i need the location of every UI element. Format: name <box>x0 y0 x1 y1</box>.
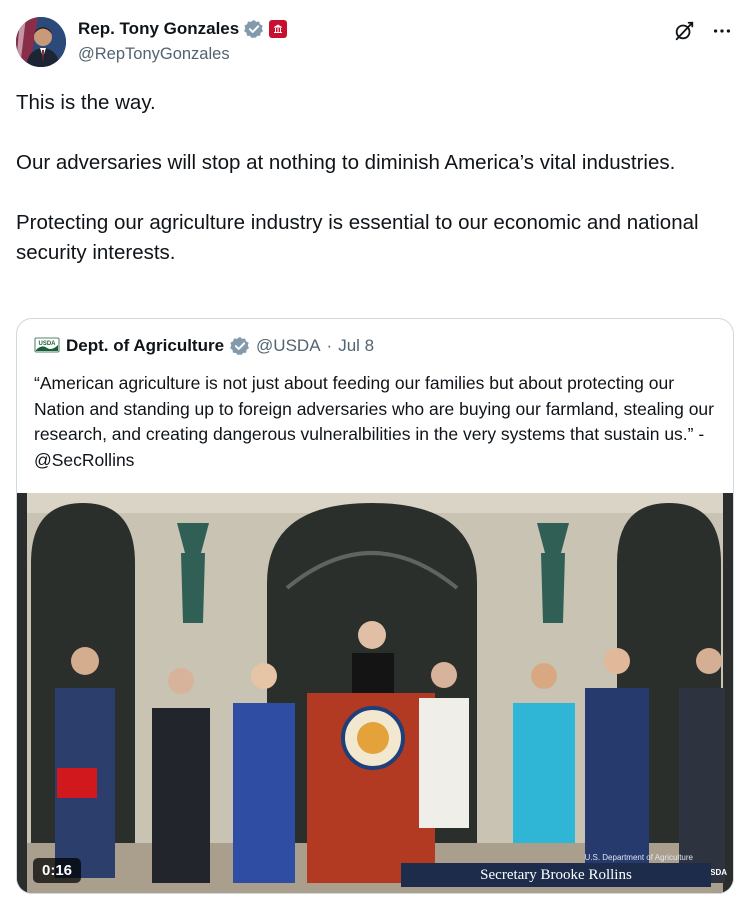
verified-check-icon <box>230 336 250 356</box>
grok-icon[interactable] <box>671 18 697 44</box>
author-name-row: Rep. Tony Gonzales <box>78 19 288 39</box>
quoted-author-name[interactable]: Dept. of Agriculture <box>66 336 224 356</box>
tweet-body: This is the way. Our adversaries will st… <box>16 88 716 268</box>
tweet-paragraph: Our adversaries will stop at nothing to … <box>16 151 676 174</box>
usda-logo-text: USDA <box>38 341 56 347</box>
verified-check-icon <box>244 19 264 39</box>
tweet-paragraph: This is the way. <box>16 91 156 114</box>
header-actions <box>671 18 735 44</box>
video-caption-org: U.S. Department of Agriculture <box>584 853 694 862</box>
us-house-badge-icon <box>269 20 288 38</box>
usda-logo-icon[interactable]: USDA <box>34 336 60 356</box>
more-icon[interactable] <box>709 18 735 44</box>
quoted-tweet-header: USDA Dept. of Agriculture @USDA · Jul 8 <box>34 336 374 356</box>
author-handle[interactable]: @RepTonyGonzales <box>78 45 230 64</box>
quoted-author-handle[interactable]: @USDA <box>256 336 321 356</box>
quoted-tweet-date[interactable]: Jul 8 <box>338 336 374 356</box>
author-avatar[interactable] <box>16 17 66 67</box>
video-frame <box>17 493 733 893</box>
tweet-paragraph: Protecting our agriculture industry is e… <box>16 211 699 264</box>
video-player[interactable]: U.S. Department of Agriculture USDA Secr… <box>17 493 733 893</box>
meta-separator: · <box>326 336 333 355</box>
quoted-tweet-text: “American agriculture is not just about … <box>34 373 714 470</box>
video-caption: Secretary Brooke Rollins <box>401 863 711 887</box>
author-name[interactable]: Rep. Tony Gonzales <box>78 19 239 39</box>
video-duration: 0:16 <box>33 858 82 883</box>
quoted-tweet-card[interactable]: USDA Dept. of Agriculture @USDA · Jul 8 … <box>16 318 734 894</box>
tweet-header: Rep. Tony Gonzales @RepTonyGonzales <box>16 16 735 68</box>
